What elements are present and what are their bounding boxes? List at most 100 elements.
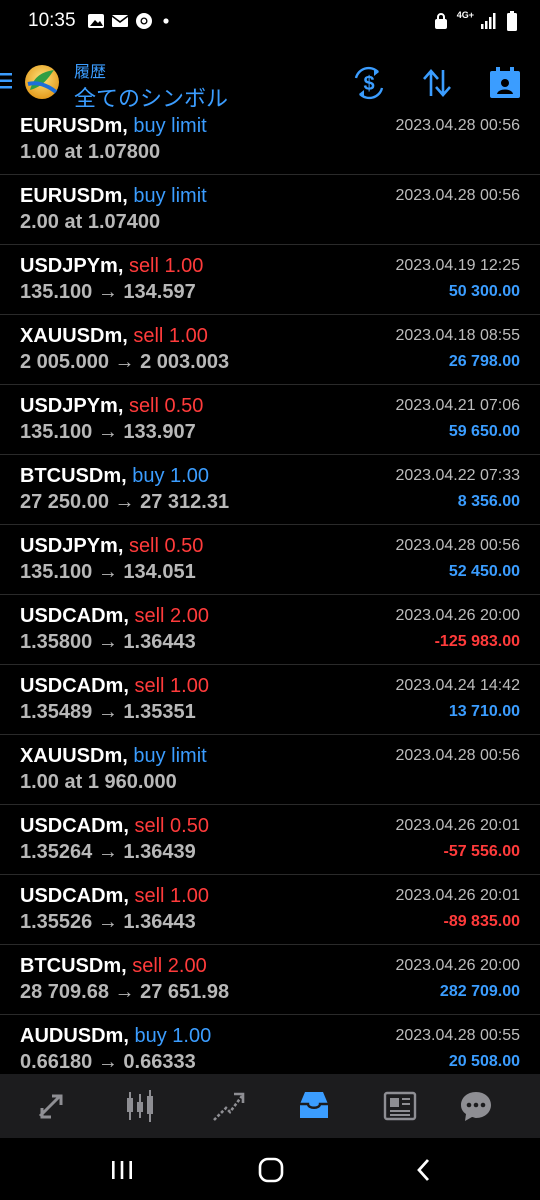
order-timestamp: 2023.04.18 08:55 [395,327,520,344]
chat-icon[interactable] [458,1088,494,1124]
profit-value: -57 556.00 [443,843,520,860]
profit-value: 282 709.00 [439,983,520,1000]
profit-value: 26 798.00 [448,353,520,370]
symbol-label: XAUUSDm, [20,325,128,347]
order-type-label: buy limit [133,745,207,767]
order-type-label: buy 1.00 [132,465,209,487]
order-row[interactable]: XAUUSDm, buy limit 1.00 at 1 960.000 2023.… [0,735,540,805]
order-symbol-line: USDCADm, sell 1.00 [20,885,209,908]
order-symbol-line: USDCADm, sell 0.50 [20,815,209,838]
order-symbol-line: USDJPYm, sell 0.50 [20,535,203,558]
order-type-label: sell 0.50 [128,535,204,557]
order-row[interactable]: EURUSDm, buy limit 1.00 at 1.07800 2023.04… [0,116,540,175]
order-symbol-line: XAUUSDm, sell 1.00 [20,325,208,348]
order-row[interactable]: USDCADm, sell 0.50 1.35264 → 1.36439 2023.… [0,805,540,875]
trade-icon[interactable] [210,1088,246,1124]
order-row[interactable]: BTCUSDm, sell 2.00 28 709.68 → 27 651.98 2… [0,945,540,1015]
order-row[interactable]: USDJPYm, sell 1.00 135.100 → 134.597 2023.… [0,245,540,315]
mail-icon [111,15,129,27]
metatrader-logo-icon [25,65,59,99]
order-symbol-line: EURUSDm, buy limit [20,116,207,138]
profit-value: 8 356.00 [457,493,520,510]
order-type-label: sell 2.00 [132,955,207,977]
order-row[interactable]: USDCADm, sell 2.00 1.35800 → 1.36443 2023.… [0,595,540,665]
symbol-label: USDJPYm, [20,255,124,277]
order-row[interactable]: XAUUSDm, sell 1.00 2 005.000 → 2 003.003 2… [0,315,540,385]
profit-value: 20 508.00 [448,1053,520,1070]
order-type-label: sell 2.00 [134,605,209,627]
profit-value: 52 450.00 [448,563,520,580]
history-icon[interactable] [296,1088,332,1124]
price-range: 28 709.68 → 27 651.98 [20,981,230,1003]
order-row[interactable]: USDJPYm, sell 0.50 135.100 → 134.051 2023.… [0,525,540,595]
order-symbol-line: XAUUSDm, buy limit [20,745,207,768]
recent-apps-icon[interactable] [108,1156,136,1184]
price-range: 135.100 → 134.597 [20,281,196,303]
news-icon[interactable] [382,1088,418,1124]
svg-text:$: $ [363,73,374,95]
order-type-label: sell 1.00 [128,255,204,277]
order-row[interactable]: BTCUSDm, buy 1.00 27 250.00 → 27 312.31 20… [0,455,540,525]
order-history-list[interactable]: EURUSDm, buy limit 1.00 at 1.07800 2023.04… [0,116,540,1074]
order-symbol-line: USDJPYm, sell 1.00 [20,255,203,278]
order-type-label: sell 1.00 [134,885,209,907]
price-range: 1.35489 → 1.35351 [20,701,196,723]
symbol-label: AUDUSDm, [20,1025,129,1047]
symbol-label: BTCUSDm, [20,465,127,487]
price-range: 1.35800 → 1.36443 [20,631,196,653]
order-timestamp: 2023.04.22 07:33 [395,467,520,484]
gallery-icon [88,14,104,28]
order-timestamp: 2023.04.19 12:25 [395,257,520,274]
calendar-icon[interactable] [488,66,522,100]
order-type-label: sell 0.50 [134,815,209,837]
order-symbol-line: USDJPYm, sell 0.50 [20,395,203,418]
price-range: 1.00 at 1 960.000 [20,771,177,793]
price-range: 27 250.00 → 27 312.31 [20,491,230,513]
home-icon[interactable] [257,1156,285,1184]
quotes-icon[interactable] [34,1088,70,1124]
dot-icon [163,18,169,24]
chrome-icon [136,13,152,29]
order-timestamp: 2023.04.26 20:00 [395,607,520,624]
order-row[interactable]: EURUSDm, buy limit 2.00 at 1.07400 2023.04… [0,175,540,245]
header-subtitle: 履歴 [74,64,107,81]
bottom-navigation [0,1074,540,1138]
symbol-label: USDCADm, [20,605,129,627]
symbol-label: USDJPYm, [20,535,124,557]
order-row[interactable]: USDJPYm, sell 0.50 135.100 → 133.907 2023.… [0,385,540,455]
order-timestamp: 2023.04.26 20:01 [395,817,520,834]
price-range: 0.66180 → 0.66333 [20,1051,196,1073]
profit-value: 50 300.00 [448,283,520,300]
app-header: 履歴 全てのシンボル $ [0,44,540,116]
sort-icon[interactable] [420,66,454,100]
price-range: 2 005.000 → 2 003.003 [20,351,230,373]
menu-icon[interactable] [0,71,14,91]
symbol-label: USDJPYm, [20,395,124,417]
back-icon[interactable] [410,1156,438,1184]
symbol-label: USDCADm, [20,885,129,907]
order-row[interactable]: USDCADm, sell 1.00 1.35526 → 1.36443 2023.… [0,875,540,945]
order-symbol-line: BTCUSDm, buy 1.00 [20,465,209,488]
order-row[interactable]: AUDUSDm, buy 1.00 0.66180 → 0.66333 2023.0… [0,1015,540,1074]
price-range: 1.35526 → 1.36443 [20,911,196,933]
order-type-label: buy limit [133,116,207,137]
exchange-icon[interactable]: $ [352,66,386,100]
profit-value: -125 983.00 [434,633,520,650]
symbol-label: EURUSDm, [20,116,128,137]
status-bar: 10:35 4G+ [0,0,540,44]
order-timestamp: 2023.04.28 00:56 [395,117,520,134]
symbol-label: XAUUSDm, [20,745,128,767]
price-range: 135.100 → 133.907 [20,421,196,443]
page-title[interactable]: 全てのシンボル [74,81,228,113]
price-range: 2.00 at 1.07400 [20,211,161,233]
order-row[interactable]: USDCADm, sell 1.00 1.35489 → 1.35351 2023.… [0,665,540,735]
order-timestamp: 2023.04.28 00:56 [395,537,520,554]
chart-icon[interactable] [122,1088,158,1124]
order-type-label: buy limit [133,185,207,207]
lock-icon [435,13,447,29]
order-type-label: sell 1.00 [133,325,208,347]
order-timestamp: 2023.04.28 00:56 [395,187,520,204]
order-timestamp: 2023.04.26 20:00 [395,957,520,974]
profit-value: 59 650.00 [448,423,520,440]
profit-value: -89 835.00 [443,913,520,930]
